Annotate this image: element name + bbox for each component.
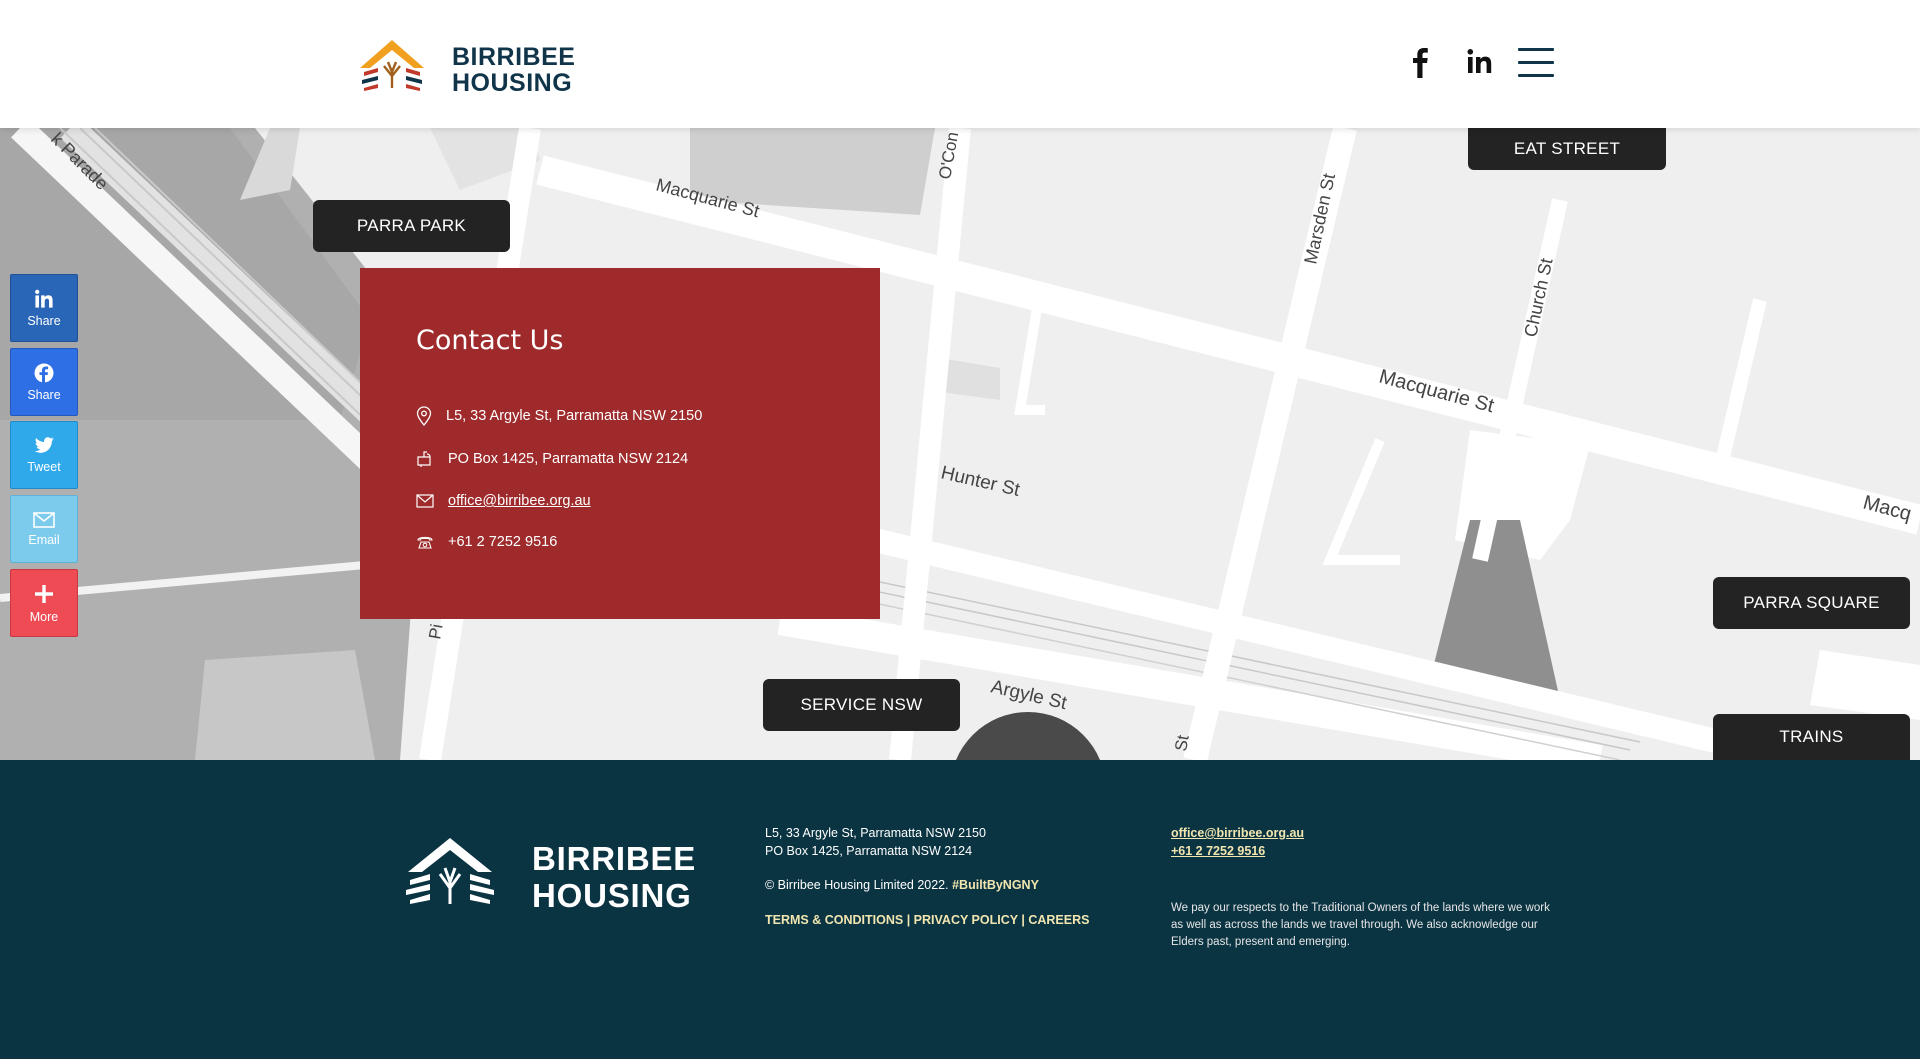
- site-header: BIRRIBEE HOUSING: [0, 0, 1920, 128]
- footer-brand-line-2: HOUSING: [532, 877, 692, 914]
- footer-po-box: PO Box 1425, Parramatta NSW 2124: [765, 844, 973, 858]
- envelope-icon: [416, 494, 434, 508]
- contact-phone-row: +61 2 7252 9516: [416, 534, 557, 550]
- contact-address: L5, 33 Argyle St, Parramatta NSW 2150: [446, 408, 703, 424]
- street-label: Hunter St: [939, 462, 1023, 501]
- footer-copyright-row: © Birribee Housing Limited 2022. #BuiltB…: [765, 876, 1089, 894]
- link-separator: |: [906, 913, 911, 927]
- share-email-button[interactable]: Email: [10, 495, 78, 563]
- footer-brand-name: BIRRIBEE HOUSING: [532, 840, 696, 914]
- contact-po-box-row: PO Box 1425, Parramatta NSW 2124: [416, 451, 688, 467]
- site-footer: BIRRIBEE HOUSING L5, 33 Argyle St, Parra…: [0, 760, 1920, 1059]
- terms-link[interactable]: TERMS & CONDITIONS: [765, 913, 903, 927]
- contact-address-row: L5, 33 Argyle St, Parramatta NSW 2150: [416, 406, 702, 426]
- brand-line-1: BIRRIBEE: [452, 43, 576, 71]
- share-facebook-button[interactable]: Share: [10, 348, 78, 416]
- contact-email-link[interactable]: office@birribee.org.au: [448, 493, 591, 509]
- contact-email-row: office@birribee.org.au: [416, 493, 591, 509]
- share-more-label: More: [29, 609, 59, 624]
- share-facebook-label: Share: [27, 387, 61, 402]
- share-linkedin-label: Share: [27, 313, 61, 328]
- birribee-logo-icon: [360, 40, 424, 91]
- map-pin-eat-street[interactable]: EAT STREET: [1468, 128, 1666, 170]
- privacy-link[interactable]: PRIVACY POLICY: [914, 913, 1018, 927]
- map-pin-trains[interactable]: TRAINS: [1713, 714, 1910, 760]
- footer-email-link[interactable]: office@birribee.org.au: [1171, 824, 1551, 842]
- footer-address-column: L5, 33 Argyle St, Parramatta NSW 2150 PO…: [765, 824, 1089, 929]
- careers-link[interactable]: CAREERS: [1028, 913, 1089, 927]
- hamburger-menu-icon[interactable]: [1518, 48, 1554, 78]
- share-email-label: Email: [28, 532, 60, 547]
- share-linkedin-button[interactable]: Share: [10, 274, 78, 342]
- map-pin-service-nsw[interactable]: SERVICE NSW: [763, 679, 960, 731]
- share-twitter-button[interactable]: Tweet: [10, 421, 78, 489]
- twitter-bird-icon: [34, 436, 54, 453]
- map-streets: Macquarie St Macquarie St Macq Marsden S…: [0, 128, 1920, 760]
- footer-copyright: © Birribee Housing Limited 2022.: [765, 878, 949, 892]
- contact-title: Contact Us: [416, 325, 564, 356]
- location-pin-icon: [416, 406, 432, 426]
- footer-acknowledgement: We pay our respects to the Traditional O…: [1171, 902, 1550, 948]
- map-pin-parra-park[interactable]: PARRA PARK: [313, 200, 510, 252]
- contact-po-box: PO Box 1425, Parramatta NSW 2124: [448, 451, 689, 467]
- footer-phone-link[interactable]: +61 2 7252 9516: [1171, 842, 1551, 860]
- footer-legal-links: TERMS & CONDITIONS | PRIVACY POLICY | CA…: [765, 911, 1089, 929]
- footer-contact-column: office@birribee.org.au +61 2 7252 9516 W…: [1171, 824, 1551, 951]
- contact-phone: +61 2 7252 9516: [448, 534, 558, 550]
- contact-card: Contact Us L5, 33 Argyle St, Parramatta …: [360, 268, 880, 619]
- footer-brand-line-1: BIRRIBEE: [532, 840, 697, 877]
- footer-address: L5, 33 Argyle St, Parramatta NSW 2150: [765, 826, 986, 840]
- plus-icon: [35, 584, 53, 603]
- share-twitter-label: Tweet: [27, 459, 61, 474]
- brand-logo-link[interactable]: BIRRIBEE HOUSING: [356, 34, 576, 96]
- share-more-button[interactable]: More: [10, 569, 78, 637]
- mailbox-icon: [417, 451, 431, 467]
- street-label: Church St: [1520, 256, 1556, 338]
- facebook-icon[interactable]: [1406, 44, 1434, 80]
- linkedin-icon: [35, 289, 53, 308]
- link-separator: |: [1021, 913, 1025, 927]
- brand-line-2: HOUSING: [452, 69, 573, 97]
- telephone-icon: [417, 536, 433, 549]
- map-pin-parra-square[interactable]: PARRA SQUARE: [1713, 577, 1910, 629]
- envelope-icon: [33, 511, 55, 528]
- linkedin-icon[interactable]: [1466, 44, 1494, 80]
- birribee-logo-icon: [406, 838, 494, 904]
- location-map[interactable]: Macquarie St Macquarie St Macq Marsden S…: [0, 128, 1920, 760]
- footer-built-by: #BuiltByNGNY: [952, 878, 1039, 892]
- brand-name: BIRRIBEE HOUSING: [452, 44, 575, 96]
- facebook-icon: [34, 363, 54, 383]
